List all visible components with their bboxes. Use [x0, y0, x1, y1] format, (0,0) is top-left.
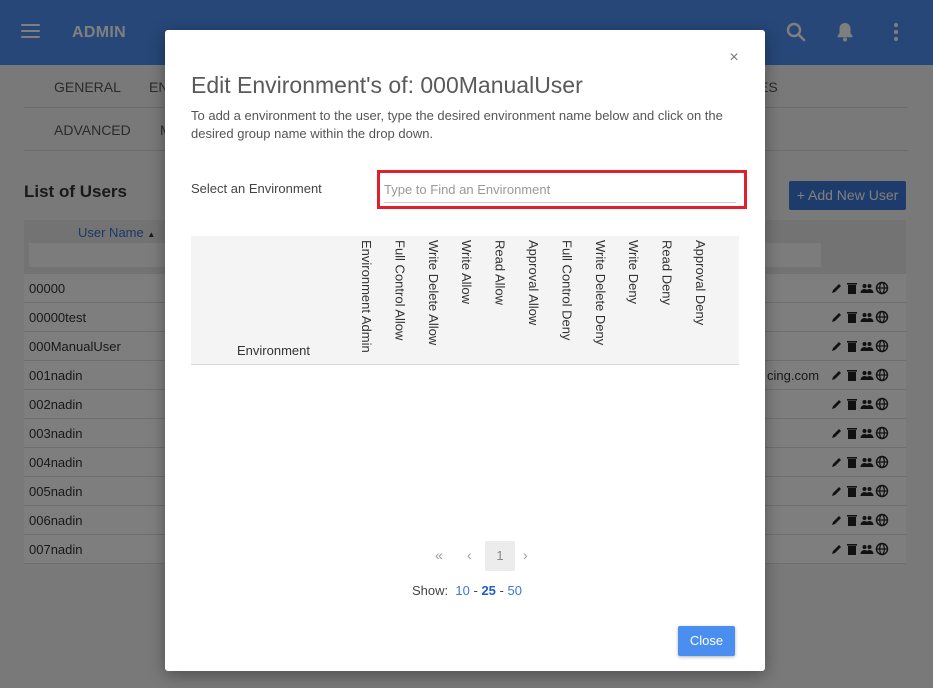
permission-column-label: Read Allow [492, 240, 508, 306]
permission-column-label: Write Deny [626, 240, 642, 305]
separator: - [473, 583, 478, 598]
show-label: Show: [412, 583, 449, 598]
permission-column-label: Write Allow [459, 240, 475, 305]
select-environment-label: Select an Environment [191, 181, 322, 196]
permission-column-label: Full Control Allow [392, 240, 408, 341]
edit-environments-modal: × Edit Environment's of: 000ManualUser T… [165, 30, 765, 671]
permission-column-label: Write Delete Allow [425, 240, 441, 346]
permission-column-header: Full Control Allow [389, 240, 411, 358]
permission-column-header: Write Delete Allow [423, 240, 445, 358]
page-1-button[interactable]: 1 [485, 541, 515, 571]
permission-column-label: Write Delete Deny [592, 240, 608, 346]
permission-column-header: Write Delete Deny [590, 240, 612, 358]
permissions-table-header: Environment Environment Admin Full Contro… [191, 236, 739, 365]
permission-column-label: Full Control Deny [559, 240, 575, 341]
permission-column-header: Environment Admin [356, 240, 378, 358]
page-size-50[interactable]: 50 [508, 583, 522, 598]
modal-description: To add a environment to the user, type t… [191, 108, 723, 141]
prev-page-icon[interactable]: ‹ [467, 547, 472, 563]
separator: - [499, 583, 504, 598]
environment-input-highlight [377, 170, 747, 209]
next-page-icon[interactable]: › [523, 547, 528, 563]
close-button[interactable]: Close [678, 626, 735, 656]
first-page-icon[interactable]: « [435, 547, 443, 563]
modal-title: Edit Environment's of: 000ManualUser [191, 72, 583, 98]
permission-column-header: Approval Deny [690, 240, 712, 358]
permission-column-header: Approval Allow [523, 240, 545, 358]
permission-column-label: Approval Deny [693, 240, 708, 326]
permission-column-label: Read Deny [659, 240, 675, 306]
permission-column-header: Full Control Deny [556, 240, 578, 358]
permission-column-header: Write Deny [623, 240, 645, 358]
permission-column-header: Write Allow [456, 240, 478, 358]
environment-search-input[interactable] [384, 176, 736, 203]
permission-column-header: Read Allow [490, 240, 512, 358]
permission-column-header: Read Deny [657, 240, 679, 358]
close-icon[interactable]: × [727, 50, 741, 66]
page-size-selector: Show: 10 - 25 - 50 [412, 583, 522, 598]
permission-column-label: Environment Admin [359, 240, 374, 353]
permission-column-label: Approval Allow [526, 240, 541, 326]
page-size-25[interactable]: 25 [481, 583, 495, 598]
page-size-10[interactable]: 10 [455, 583, 469, 598]
column-environment: Environment [237, 343, 310, 358]
